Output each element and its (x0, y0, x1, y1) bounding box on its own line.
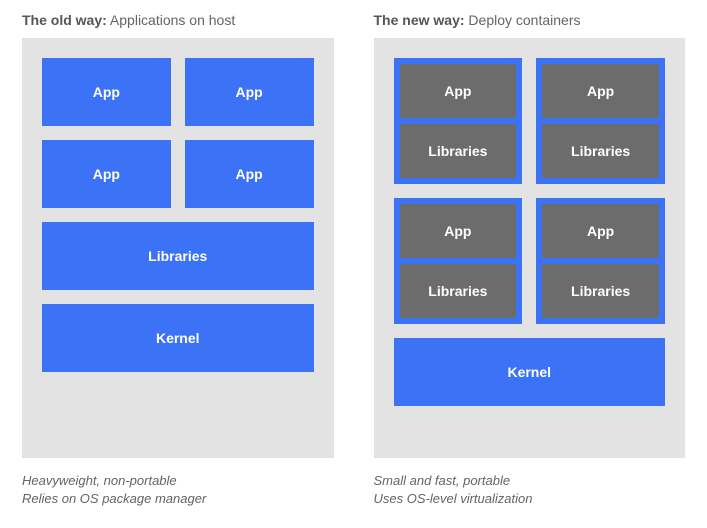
old-app-box: App (42, 58, 171, 126)
old-footer-line: Heavyweight, non-portable (22, 472, 334, 490)
container-box: App Libraries (536, 58, 665, 184)
new-way-footer: Small and fast, portable Uses OS-level v… (374, 472, 686, 507)
old-way-title-rest: Applications on host (110, 12, 235, 28)
new-way-title-bold: The new way: (374, 12, 465, 28)
container-app-box: App (400, 64, 517, 118)
container-libraries-box: Libraries (542, 264, 659, 318)
new-footer-line: Small and fast, portable (374, 472, 686, 490)
container-app-box: App (400, 204, 517, 258)
new-way-title: The new way: Deploy containers (374, 12, 686, 28)
old-way-title-bold: The old way: (22, 12, 107, 28)
new-way-title-rest: Deploy containers (468, 12, 580, 28)
old-app-row-2: App App (42, 140, 314, 208)
container-libraries-box: Libraries (400, 264, 517, 318)
new-kernel-box: Kernel (394, 338, 666, 406)
diagram-columns: The old way: Applications on host App Ap… (22, 12, 685, 507)
container-box: App Libraries (394, 58, 523, 184)
old-way-panel: App App App App Libraries Kernel (22, 38, 334, 458)
container-row-2: App Libraries App Libraries (394, 198, 666, 324)
container-box: App Libraries (394, 198, 523, 324)
old-app-box: App (185, 140, 314, 208)
old-app-row-1: App App (42, 58, 314, 126)
old-app-box: App (185, 58, 314, 126)
old-way-column: The old way: Applications on host App Ap… (22, 12, 334, 507)
new-footer-line: Uses OS-level virtualization (374, 490, 686, 508)
container-app-box: App (542, 64, 659, 118)
new-way-panel: App Libraries App Libraries App Librarie… (374, 38, 686, 458)
old-footer-line: Relies on OS package manager (22, 490, 334, 508)
old-kernel-box: Kernel (42, 304, 314, 372)
new-way-column: The new way: Deploy containers App Libra… (374, 12, 686, 507)
old-app-box: App (42, 140, 171, 208)
old-way-title: The old way: Applications on host (22, 12, 334, 28)
old-way-footer: Heavyweight, non-portable Relies on OS p… (22, 472, 334, 507)
old-libraries-box: Libraries (42, 222, 314, 290)
container-box: App Libraries (536, 198, 665, 324)
container-row-1: App Libraries App Libraries (394, 58, 666, 184)
container-libraries-box: Libraries (400, 124, 517, 178)
container-libraries-box: Libraries (542, 124, 659, 178)
container-app-box: App (542, 204, 659, 258)
